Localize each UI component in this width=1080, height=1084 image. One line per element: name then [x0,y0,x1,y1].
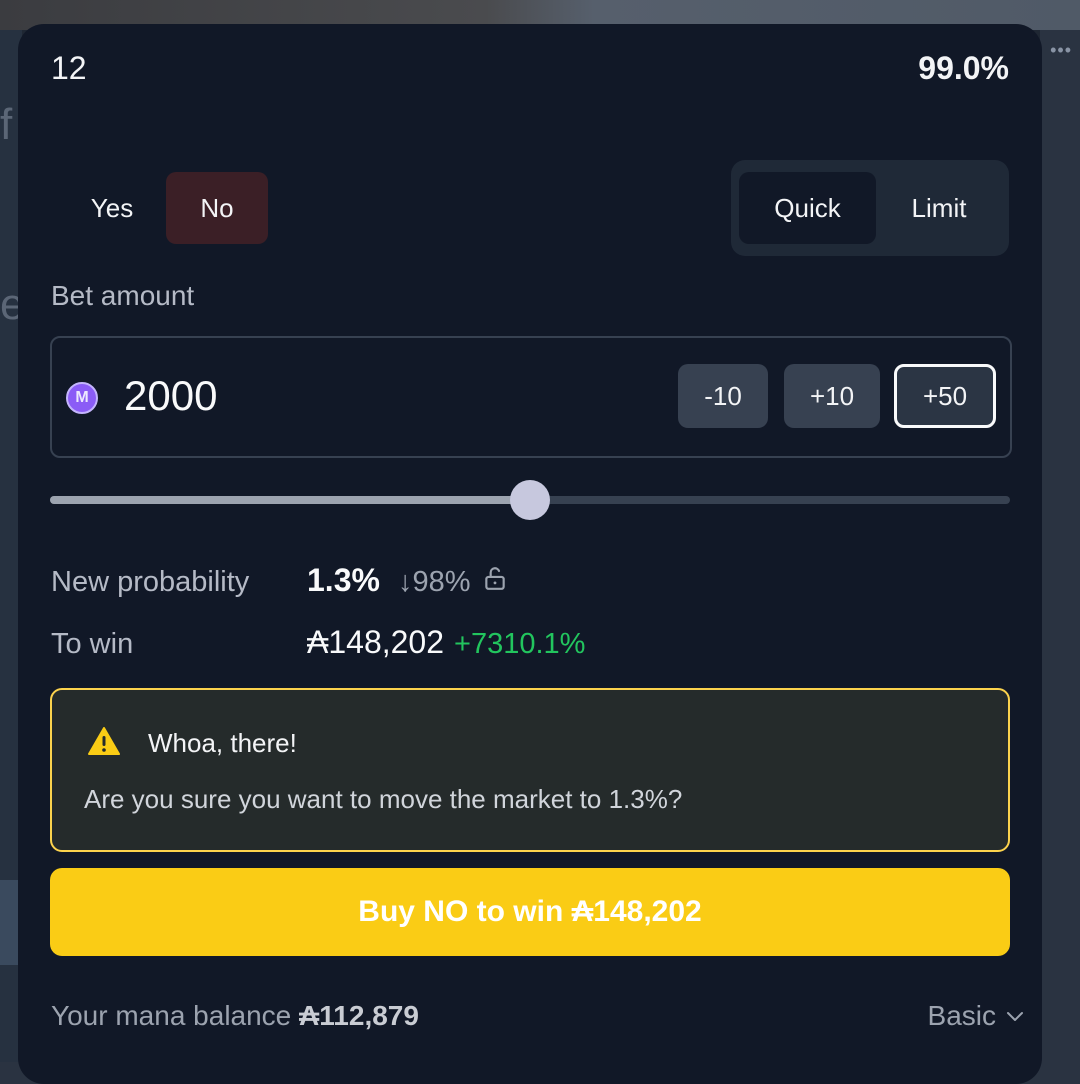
to-win-value: ₳148,202 [307,624,444,661]
to-win-gain: +7310.1% [454,628,585,661]
warning-title: Whoa, there! [148,728,297,759]
yes-button[interactable]: Yes [64,172,160,244]
unlock-icon[interactable] [482,565,508,591]
background-text-fragment: f [0,100,12,150]
mana-coin-icon: M [66,382,98,414]
outcome-selector: Yes No [64,172,268,244]
bet-mode-toggle: Quick Limit [731,160,1009,256]
to-win-label: To win [51,628,307,661]
new-probability-row: New probability 1.3% ↓98% [51,562,508,599]
bet-amount-label: Bet amount [51,280,194,312]
new-probability-value: 1.3% [307,562,380,599]
chevron-down-icon [1006,1010,1024,1022]
background-block [0,880,20,965]
warning-box: Whoa, there! Are you sure you want to mo… [50,688,1010,852]
more-options-icon: ••• [1050,40,1072,61]
warning-message: Are you sure you want to move the market… [84,784,682,815]
basic-mode-dropdown[interactable]: Basic [928,1000,1024,1032]
panel-header: 12 99.0% [51,50,1009,87]
basic-mode-label: Basic [928,1000,996,1032]
current-probability: 99.0% [918,50,1009,87]
new-probability-label: New probability [51,566,307,599]
buy-no-button[interactable]: Buy NO to win ₳148,202 [50,868,1010,956]
bet-panel: 12 99.0% Yes No Quick Limit Bet amount M… [18,24,1042,1084]
mana-balance: Your mana balance ₳112,879 [51,1000,419,1032]
probability-change: ↓98% [398,566,471,599]
mana-balance-value: ₳112,879 [299,1000,419,1031]
slider-fill [50,496,530,504]
warning-icon [88,726,120,756]
bet-amount-box: M -10 +10 +50 [50,336,1012,458]
to-win-row: To win ₳148,202 +7310.1% [51,624,585,661]
no-button[interactable]: No [166,172,268,244]
increment-50-button[interactable]: +50 [894,364,996,428]
decrement-10-button[interactable]: -10 [678,364,768,428]
panel-footer: Your mana balance ₳112,879 Basic [51,1000,1024,1032]
mana-balance-label: Your mana balance [51,1000,291,1031]
slider-thumb[interactable] [510,480,550,520]
bet-amount-input[interactable] [124,372,424,420]
limit-mode-button[interactable]: Limit [878,172,1000,244]
quick-mode-button[interactable]: Quick [739,172,876,244]
answer-count: 12 [51,50,87,87]
bet-amount-slider[interactable] [50,490,1010,510]
background-right-strip [1040,30,1080,1062]
increment-10-button[interactable]: +10 [784,364,880,428]
